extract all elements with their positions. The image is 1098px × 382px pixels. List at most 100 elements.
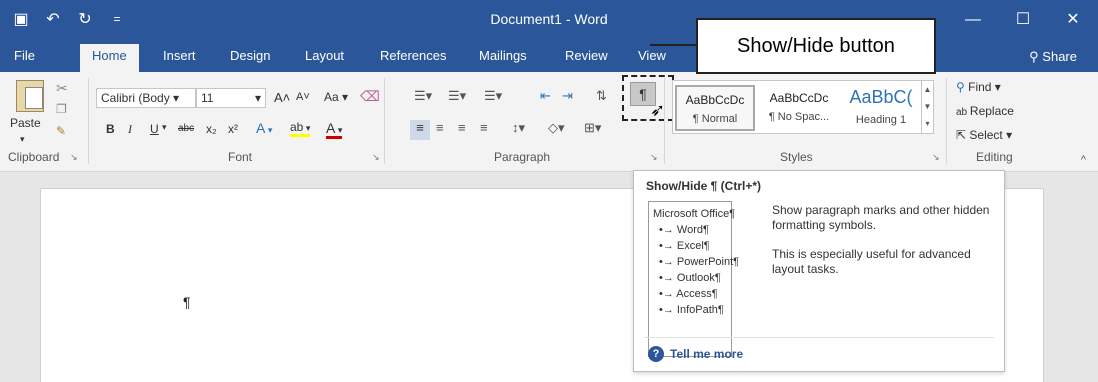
tab-file[interactable]: File [14, 48, 35, 63]
preview-item: •→ InfoPath¶ [659, 304, 724, 316]
text-effects-button[interactable]: A ▾ [256, 120, 272, 136]
style-heading-1[interactable]: AaBbC( Heading 1 [841, 85, 921, 131]
style-no-spacing[interactable]: AaBbCcDc ¶ No Spac... [759, 85, 839, 131]
justify-icon[interactable]: ≡ [480, 120, 488, 135]
paragraph-launcher-icon[interactable]: ↘ [650, 152, 658, 163]
style-sample: AaBbC( [849, 87, 913, 107]
style-normal[interactable]: AaBbCcDc ¶ Normal [675, 85, 755, 131]
change-case-button[interactable]: Aa ▾ [324, 90, 348, 104]
styles-gallery: AaBbCcDc ¶ Normal AaBbCcDc ¶ No Spac... … [672, 80, 934, 134]
superscript-button[interactable]: x² [228, 122, 238, 136]
replace-label: Replace [969, 104, 1014, 118]
font-launcher-icon[interactable]: ↘ [372, 152, 380, 163]
shrink-font-button[interactable]: A˅ [296, 91, 310, 103]
share-button[interactable]: ⚲ Share [1018, 45, 1088, 69]
minimize-button[interactable]: — [948, 0, 998, 40]
clipboard-launcher-icon[interactable]: ↘ [70, 152, 78, 163]
paragraph-group-label: Paragraph [494, 150, 551, 164]
share-label: Share [1042, 49, 1077, 64]
format-painter-icon[interactable]: ✎ [56, 124, 66, 138]
font-size-combo[interactable]: 11 ▾ [196, 88, 266, 108]
clipboard-paste-icon[interactable] [16, 80, 44, 112]
decrease-indent-icon[interactable]: ⇤ [540, 88, 551, 104]
style-sample: AaBbCcDc [769, 91, 829, 105]
change-case-label: Aa [324, 90, 339, 104]
highlight-button[interactable]: ab ▾ [290, 120, 311, 137]
select-label: Select [969, 128, 1003, 142]
tab-insert[interactable]: Insert [163, 48, 196, 63]
tab-references[interactable]: References [380, 48, 446, 63]
paragraph-mark: ¶ [183, 294, 191, 310]
underline-dropdown-icon[interactable]: ▾ [162, 122, 167, 133]
tooltip-description-extra: This is especially useful for advanced l… [772, 247, 971, 276]
style-name: ¶ No Spac... [768, 111, 830, 123]
callout-line [650, 44, 696, 46]
clear-formatting-icon[interactable]: ⌫ [360, 88, 380, 105]
underline-button[interactable]: U [150, 122, 159, 136]
tab-layout[interactable]: Layout [305, 48, 344, 63]
tooltip-title: Show/Hide ¶ (Ctrl+*) [646, 179, 762, 193]
paste-dropdown-icon[interactable]: ▾ [20, 134, 25, 145]
separator [664, 78, 665, 164]
find-label: Find [968, 80, 992, 94]
borders-icon[interactable]: ⊞▾ [584, 120, 601, 136]
ribbon: Paste ▾ ✂ ❐ ✎ Clipboard ↘ Calibri (Body … [0, 72, 1098, 172]
tooltip-divider [644, 337, 994, 338]
close-button[interactable]: ✕ [1048, 0, 1098, 40]
chevron-down-icon: ▾ [254, 91, 261, 105]
word-window: ▣ ↶ ↻ = Document1 - Word — ☐ ✕ File Home… [0, 0, 1098, 382]
line-spacing-icon[interactable]: ↕▾ [512, 120, 525, 136]
multilevel-list-icon[interactable]: ☰▾ [484, 88, 502, 104]
preview-item: •→ Outlook¶ [659, 272, 721, 284]
select-icon: ⇱ [956, 128, 970, 142]
font-color-button[interactable]: A ▾ [326, 120, 343, 139]
align-left-icon[interactable]: ≡ [410, 120, 430, 140]
tab-review[interactable]: Review [565, 48, 608, 63]
tab-mailings[interactable]: Mailings [479, 48, 527, 63]
copy-icon[interactable]: ❐ [56, 102, 67, 116]
text-effects-label: A [256, 120, 266, 136]
find-button[interactable]: ⚲ Find ▾ [956, 80, 1001, 94]
align-right-icon[interactable]: ≡ [458, 120, 466, 135]
tab-design[interactable]: Design [230, 48, 270, 63]
window-controls: — ☐ ✕ [948, 0, 1098, 40]
style-name: Heading 1 [855, 114, 907, 126]
shading-icon[interactable]: ◇▾ [548, 120, 565, 136]
align-center-icon[interactable]: ≡ [436, 120, 444, 135]
shrink-font-label: A [296, 91, 304, 103]
tooltip-preview: Microsoft Office¶ •→ Word¶ •→ Excel¶ •→ … [648, 201, 739, 357]
grow-font-button[interactable]: A˄ [274, 90, 290, 105]
paste-label[interactable]: Paste [10, 116, 41, 130]
clipboard-group-label: Clipboard [8, 150, 60, 164]
bullets-icon[interactable]: ☰▾ [414, 88, 432, 104]
tab-home[interactable]: Home [80, 44, 139, 72]
sort-icon[interactable]: ⇅ [596, 88, 607, 104]
strikethrough-button[interactable]: abc [178, 123, 194, 134]
search-icon: ⚲ [956, 80, 969, 94]
tell-me-more-label: Tell me more [670, 347, 744, 361]
subscript-button[interactable]: x₂ [206, 122, 217, 136]
preview-item: •→ Excel¶ [659, 240, 710, 252]
preview-item: •→ PowerPoint¶ [659, 256, 740, 268]
select-button[interactable]: ⇱ Select ▾ [956, 128, 1012, 142]
style-name: ¶ Normal [692, 113, 738, 125]
replace-button[interactable]: ab Replace [956, 104, 1014, 118]
font-name-combo[interactable]: Calibri (Body ▾ [96, 88, 196, 108]
styles-scroll[interactable]: ▲ ▼ ▾ [921, 81, 933, 133]
numbering-icon[interactable]: ☰▾ [448, 88, 466, 104]
styles-launcher-icon[interactable]: ↘ [932, 152, 940, 163]
bold-button[interactable]: B [106, 122, 115, 136]
tab-view[interactable]: View [638, 48, 666, 63]
editing-group-label: Editing [976, 150, 1013, 164]
collapse-ribbon-icon[interactable]: ^ [1081, 154, 1086, 166]
preview-item: •→ Word¶ [659, 224, 709, 236]
show-hide-tooltip: Show/Hide ¶ (Ctrl+*) Microsoft Office¶ •… [633, 170, 1005, 372]
tell-me-more-link[interactable]: ? Tell me more [648, 346, 743, 362]
font-group-label: Font [228, 150, 253, 164]
cut-icon[interactable]: ✂ [56, 80, 68, 97]
italic-button[interactable]: I [128, 122, 132, 137]
restore-button[interactable]: ☐ [998, 0, 1048, 40]
increase-indent-icon[interactable]: ⇥ [562, 88, 573, 104]
style-sample: AaBbCcDc [685, 93, 745, 107]
separator [384, 78, 385, 164]
